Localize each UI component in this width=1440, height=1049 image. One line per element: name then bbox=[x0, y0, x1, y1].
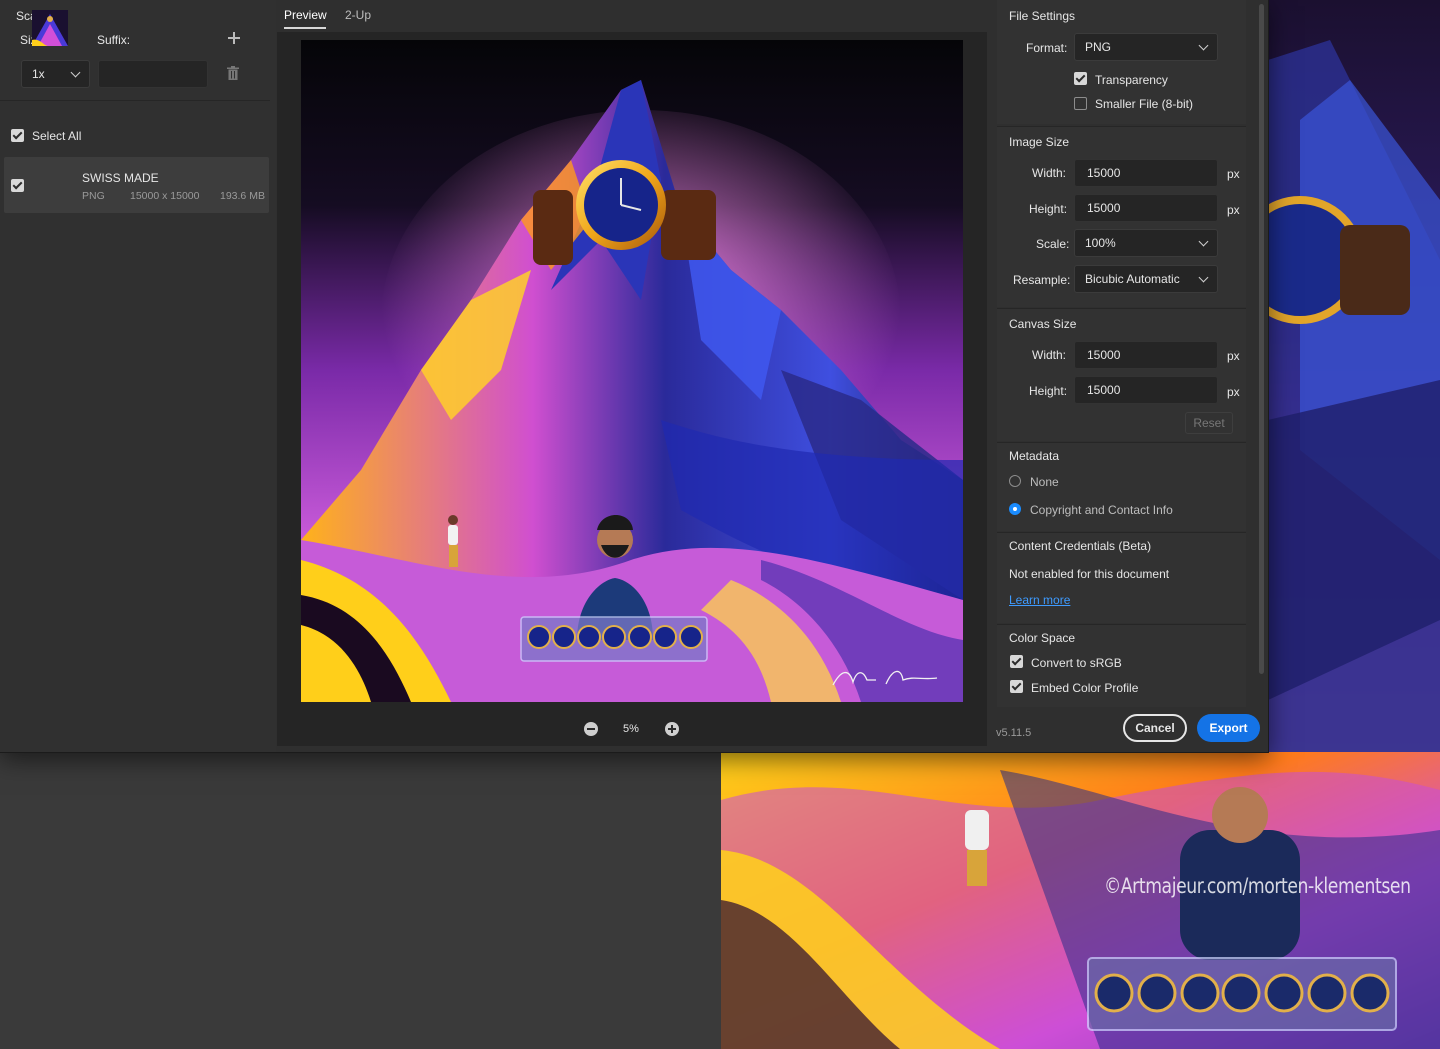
scale-select-value: 100% bbox=[1085, 236, 1116, 250]
suffix-label: Suffix: bbox=[97, 33, 131, 47]
zoom-in-button[interactable] bbox=[665, 722, 679, 736]
chevron-down-icon bbox=[1198, 272, 1209, 283]
active-tab-indicator bbox=[284, 27, 326, 29]
scrollbar-thumb[interactable] bbox=[1259, 4, 1264, 674]
file-format: PNG bbox=[82, 190, 105, 202]
file-name: SWISS MADE bbox=[82, 171, 159, 185]
canvas-width-input[interactable]: 15000 bbox=[1074, 341, 1218, 369]
metadata-title: Metadata bbox=[1009, 449, 1060, 463]
metadata-none-label: None bbox=[1030, 475, 1059, 489]
canvas-width-unit: px bbox=[1227, 349, 1240, 363]
image-width-value: 15000 bbox=[1087, 166, 1121, 180]
canvas-width-label: Width: bbox=[1032, 348, 1067, 362]
zoom-level: 5% bbox=[623, 723, 639, 735]
file-dimensions: 15000 x 15000 bbox=[130, 190, 200, 202]
file-settings-title: File Settings bbox=[1009, 9, 1076, 23]
image-height-input[interactable]: 15000 bbox=[1074, 194, 1218, 222]
canvas-size-title: Canvas Size bbox=[1009, 317, 1077, 331]
color-space-title: Color Space bbox=[1009, 631, 1076, 645]
transparency-checkbox[interactable] bbox=[1074, 72, 1087, 85]
select-all-label: Select All bbox=[32, 129, 82, 143]
embed-profile-label: Embed Color Profile bbox=[1031, 681, 1139, 695]
canvas-height-unit: px bbox=[1227, 385, 1240, 399]
size-select[interactable]: 1x bbox=[21, 60, 90, 88]
format-select-value: PNG bbox=[1085, 40, 1112, 54]
reset-button[interactable]: Reset bbox=[1185, 412, 1233, 434]
watermark-text: ©Artmajeur.com/morten-klementsen bbox=[1104, 874, 1411, 898]
suffix-input[interactable] bbox=[98, 60, 208, 88]
image-width-input[interactable]: 15000 bbox=[1074, 159, 1218, 187]
preview-image bbox=[301, 40, 963, 702]
resample-select-value: Bicubic Automatic bbox=[1085, 272, 1180, 286]
trash-icon[interactable] bbox=[227, 66, 239, 80]
select-all-checkbox[interactable] bbox=[11, 129, 24, 142]
metadata-copyright-radio[interactable] bbox=[1009, 503, 1021, 515]
canvas-height-label: Height: bbox=[1029, 384, 1068, 398]
size-select-value: 1x bbox=[32, 67, 45, 81]
image-width-unit: px bbox=[1227, 167, 1240, 181]
format-label: Format: bbox=[1026, 41, 1068, 55]
image-height-value: 15000 bbox=[1087, 201, 1121, 215]
zoom-out-button[interactable] bbox=[584, 722, 598, 736]
metadata-none-radio[interactable] bbox=[1009, 475, 1021, 487]
scale-label: Scale: bbox=[1036, 237, 1070, 251]
image-size-title: Image Size bbox=[1009, 135, 1070, 149]
tab-2up[interactable]: 2-Up bbox=[345, 8, 371, 22]
metadata-copyright-label: Copyright and Contact Info bbox=[1030, 503, 1173, 517]
file-thumbnail bbox=[32, 10, 68, 46]
canvas-height-value: 15000 bbox=[1087, 383, 1121, 397]
transparency-label: Transparency bbox=[1095, 73, 1168, 87]
cancel-button[interactable]: Cancel bbox=[1123, 714, 1187, 742]
smaller-file-checkbox[interactable] bbox=[1074, 97, 1087, 110]
content-credentials-title: Content Credentials (Beta) bbox=[1009, 539, 1152, 553]
resample-select[interactable]: Bicubic Automatic bbox=[1074, 265, 1218, 293]
file-list-item[interactable] bbox=[4, 157, 269, 213]
file-checkbox[interactable] bbox=[11, 179, 24, 192]
add-scale-icon[interactable] bbox=[228, 32, 240, 44]
file-size: 193.6 MB bbox=[220, 190, 265, 202]
resample-label: Resample: bbox=[1013, 273, 1071, 287]
image-height-label: Height: bbox=[1029, 202, 1068, 216]
image-height-unit: px bbox=[1227, 203, 1240, 217]
learn-more-link[interactable]: Learn more bbox=[1009, 593, 1070, 607]
image-width-label: Width: bbox=[1032, 166, 1067, 180]
left-panel bbox=[0, 0, 276, 752]
convert-srgb-label: Convert to sRGB bbox=[1031, 656, 1122, 670]
scale-select[interactable]: 100% bbox=[1074, 229, 1218, 257]
canvas-height-input[interactable]: 15000 bbox=[1074, 376, 1218, 404]
chevron-down-icon bbox=[1198, 236, 1209, 247]
smaller-file-label: Smaller File (8-bit) bbox=[1095, 97, 1194, 111]
export-button[interactable]: Export bbox=[1197, 714, 1260, 742]
settings-scrollbar[interactable] bbox=[1258, 0, 1266, 680]
canvas-width-value: 15000 bbox=[1087, 348, 1121, 362]
content-credentials-status: Not enabled for this document bbox=[1009, 567, 1170, 581]
chevron-down-icon bbox=[1198, 40, 1209, 51]
tab-preview[interactable]: Preview bbox=[284, 8, 327, 22]
embed-profile-checkbox[interactable] bbox=[1010, 680, 1023, 693]
version-label: v5.11.5 bbox=[996, 727, 1032, 739]
format-select[interactable]: PNG bbox=[1074, 33, 1218, 61]
chevron-down-icon bbox=[70, 67, 81, 78]
convert-srgb-checkbox[interactable] bbox=[1010, 655, 1023, 668]
divider bbox=[0, 100, 270, 101]
